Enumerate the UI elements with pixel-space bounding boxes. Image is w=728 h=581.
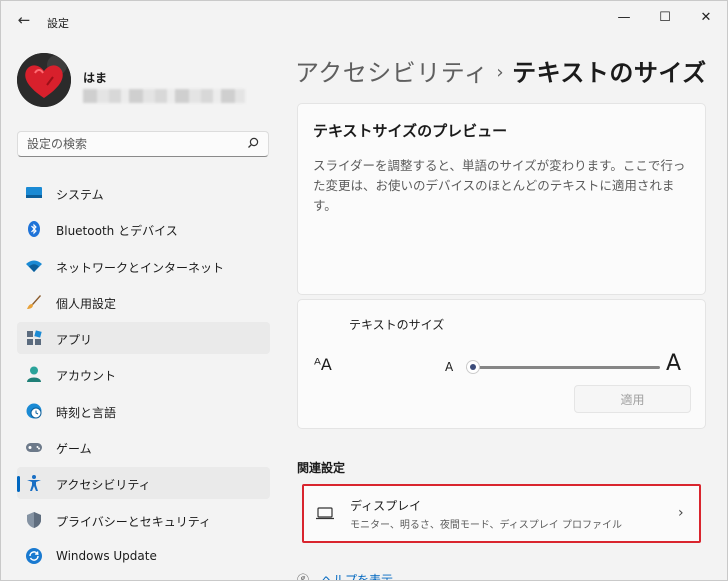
settings-window: ← 設定 — ☐ ✕ はま 設定の検索 システム Bluetooth とデバイス… [0, 0, 728, 581]
selection-indicator [17, 476, 20, 493]
title-bar: ← 設定 — ☐ ✕ [1, 1, 727, 37]
sidebar-item-privacy-security[interactable]: プライバシーとセキュリティ [17, 504, 270, 536]
app-title: 設定 [47, 17, 69, 30]
maximize-button[interactable]: ☐ [642, 1, 688, 33]
breadcrumb: アクセシビリティ › テキストのサイズ [295, 53, 707, 88]
back-arrow-icon: ← [17, 11, 31, 29]
update-icon [25, 547, 43, 565]
slider-track [466, 366, 660, 369]
sidebar-item-time-language[interactable]: 時刻と言語 [17, 395, 270, 427]
sidebar-item-label: アプリ [56, 333, 93, 348]
sidebar-item-label: システム [56, 188, 104, 202]
sidebar-item-label: ネットワークとインターネット [56, 260, 225, 275]
sidebar-item-bluetooth[interactable]: Bluetooth とデバイス [17, 213, 270, 245]
sidebar-item-label: 時刻と言語 [56, 405, 117, 420]
shield-icon [25, 511, 43, 529]
preview-text: スライダーを調整すると、単語のサイズが変わります。ここで行った変更は、お使いのデ… [313, 158, 686, 213]
user-name: はま [83, 71, 108, 85]
search-icon [248, 137, 259, 148]
monitor-icon [25, 184, 43, 202]
sidebar-item-label: ゲーム [56, 442, 92, 457]
avatar [17, 53, 71, 107]
text-preview-card: テキストサイズのプレビュー スライダーを調整すると、単語のサイズが変わります。こ… [297, 103, 706, 295]
minimize-icon: — [617, 9, 631, 25]
breadcrumb-separator: › [496, 62, 505, 83]
globe-clock-icon [25, 402, 43, 420]
help-link-label: ヘルプを表示 [321, 573, 394, 581]
help-icon: ⓖ [297, 573, 310, 581]
person-icon [25, 365, 43, 383]
related-settings-heading: 関連設定 [297, 461, 346, 475]
text-size-icon: ᴬA [314, 355, 332, 374]
display-title: ディスプレイ [350, 499, 422, 513]
wifi-icon [25, 257, 43, 275]
slider-thumb[interactable] [466, 360, 480, 374]
search-box[interactable] [17, 131, 269, 157]
text-size-card: テキストのサイズ ᴬA A A 適用 [297, 299, 706, 429]
page-title: テキストのサイズ [512, 59, 707, 87]
sidebar-item-accessibility[interactable]: アクセシビリティ [17, 467, 270, 500]
display-settings-link[interactable]: ディスプレイ モニター、明るさ、夜間モード、ディスプレイ プロファイル › [302, 484, 701, 543]
sidebar-item-accounts[interactable]: アカウント [17, 358, 270, 390]
apps-icon [25, 329, 43, 347]
sidebar-item-label: アカウント [56, 369, 117, 384]
paintbrush-icon [25, 293, 43, 311]
back-button[interactable]: ← [13, 9, 35, 31]
bluetooth-icon [25, 220, 43, 238]
sidebar-item-network[interactable]: ネットワークとインターネット [17, 250, 270, 282]
chevron-right-icon: › [678, 505, 684, 521]
close-button[interactable]: ✕ [683, 1, 727, 33]
text-size-slider[interactable] [466, 357, 660, 377]
sidebar-nav: システム Bluetooth とデバイス ネットワークとインターネット 個人用設… [17, 177, 270, 576]
text-size-label: テキストのサイズ [349, 318, 445, 332]
display-subtitle: モニター、明るさ、夜間モード、ディスプレイ プロファイル [350, 520, 622, 531]
sidebar-item-label: プライバシーとセキュリティ [56, 514, 212, 529]
breadcrumb-parent[interactable]: アクセシビリティ [295, 59, 488, 87]
large-a-label: A [666, 351, 682, 376]
laptop-icon [316, 507, 334, 520]
apply-button[interactable]: 適用 [574, 385, 691, 413]
gamepad-icon [25, 438, 43, 456]
sidebar-item-windows-update[interactable]: Windows Update [17, 540, 270, 572]
avatar-heart-image [17, 53, 71, 107]
search-input[interactable] [27, 136, 237, 152]
maximize-icon: ☐ [659, 9, 671, 25]
sidebar-item-system[interactable]: システム [17, 177, 270, 209]
help-link[interactable]: ⓖ ヘルプを表示 [297, 571, 394, 581]
sidebar-item-label: アクセシビリティ [56, 478, 151, 493]
sidebar-item-gaming[interactable]: ゲーム [17, 431, 270, 463]
minimize-button[interactable]: — [601, 1, 647, 33]
sidebar-item-personalization[interactable]: 個人用設定 [17, 286, 270, 318]
user-email-blurred [83, 89, 245, 103]
accessibility-icon [25, 474, 43, 492]
sidebar-item-label: Windows Update [56, 548, 157, 563]
preview-title: テキストサイズのプレビュー [313, 122, 508, 140]
sidebar-item-apps[interactable]: アプリ [17, 322, 270, 355]
sidebar-item-label: Bluetooth とデバイス [56, 224, 178, 239]
sidebar-item-label: 個人用設定 [56, 296, 117, 311]
content-area: テキストサイズのプレビュー スライダーを調整すると、単語のサイズが変わります。こ… [297, 103, 707, 581]
small-a-label: A [445, 360, 454, 374]
close-icon: ✕ [700, 9, 712, 25]
